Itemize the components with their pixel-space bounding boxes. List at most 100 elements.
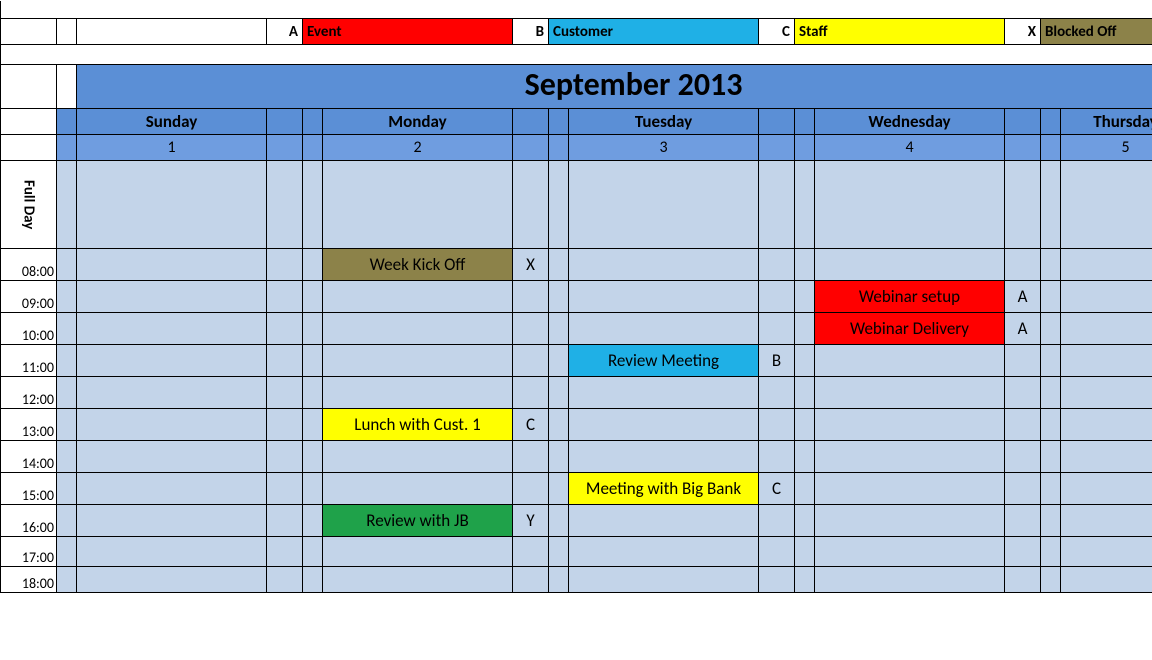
slot-tue-1600[interactable]	[569, 505, 759, 537]
legend-swatch-customer: Customer	[549, 19, 759, 45]
legend-letter-c: C	[759, 19, 795, 45]
slot-wed-1500[interactable]	[815, 473, 1005, 505]
day-header-sunday: Sunday	[77, 109, 267, 135]
slot-thu-1200[interactable]	[1061, 377, 1152, 409]
date-wednesday: 4	[815, 135, 1005, 161]
legend-letter-x: X	[1005, 19, 1041, 45]
slot-sun-1300[interactable]	[77, 409, 267, 441]
day-header-tuesday: Tuesday	[569, 109, 759, 135]
slot-thu-fullday[interactable]	[1061, 161, 1152, 249]
slot-tue-1400[interactable]	[569, 441, 759, 473]
slot-tue-1300[interactable]	[569, 409, 759, 441]
slot-mon-1800[interactable]	[323, 567, 513, 593]
calendar-grid: A Event B Customer C Staff X Blocked Off…	[0, 0, 1152, 593]
slot-mon-fullday[interactable]	[323, 161, 513, 249]
time-1100: 11:00	[1, 345, 57, 377]
event-mon-1600[interactable]: Review with JB	[323, 505, 513, 537]
event-tue-1500[interactable]: Meeting with Big Bank	[569, 473, 759, 505]
slot-sun-1700[interactable]	[77, 537, 267, 567]
slot-sun-0900[interactable]	[77, 281, 267, 313]
time-1200: 12:00	[1, 377, 57, 409]
slot-thu-0900[interactable]	[1061, 281, 1152, 313]
slot-thu-1500[interactable]	[1061, 473, 1152, 505]
slot-wed-1600[interactable]	[815, 505, 1005, 537]
code-mon-1300: C	[513, 409, 549, 441]
slot-sun-1600[interactable]	[77, 505, 267, 537]
date-tuesday: 3	[569, 135, 759, 161]
slot-mon-1000[interactable]	[323, 313, 513, 345]
date-thursday: 5	[1061, 135, 1152, 161]
slot-tue-1000[interactable]	[569, 313, 759, 345]
slot-wed-0800[interactable]	[815, 249, 1005, 281]
slot-thu-1700[interactable]	[1061, 537, 1152, 567]
slot-tue-1700[interactable]	[569, 537, 759, 567]
slot-wed-fullday[interactable]	[815, 161, 1005, 249]
code-mon-0800: X	[513, 249, 549, 281]
day-names-row: Sunday Monday Tuesday Wednesday Thursday	[1, 109, 1152, 135]
slot-wed-1700[interactable]	[815, 537, 1005, 567]
slot-thu-1300[interactable]	[1061, 409, 1152, 441]
legend-letter-a: A	[267, 19, 303, 45]
slot-tue-0800[interactable]	[569, 249, 759, 281]
month-title: September 2013	[77, 65, 1152, 109]
slot-wed-1200[interactable]	[815, 377, 1005, 409]
event-tue-1100[interactable]: Review Meeting	[569, 345, 759, 377]
slot-thu-1800[interactable]	[1061, 567, 1152, 593]
slot-sun-0800[interactable]	[77, 249, 267, 281]
time-0900: 09:00	[1, 281, 57, 313]
legend-swatch-staff: Staff	[795, 19, 1005, 45]
time-0800: 08:00	[1, 249, 57, 281]
slot-tue-0900[interactable]	[569, 281, 759, 313]
code-tue-1100: B	[759, 345, 795, 377]
slot-tue-1200[interactable]	[569, 377, 759, 409]
legend-swatch-blocked: Blocked Off	[1041, 19, 1152, 45]
legend-swatch-event: Event	[303, 19, 513, 45]
time-1400: 14:00	[1, 441, 57, 473]
code-wed-1000: A	[1005, 313, 1041, 345]
slot-thu-1100[interactable]	[1061, 345, 1152, 377]
code-wed-0900: A	[1005, 281, 1041, 313]
slot-mon-1700[interactable]	[323, 537, 513, 567]
day-header-wednesday: Wednesday	[815, 109, 1005, 135]
slot-sun-1500[interactable]	[77, 473, 267, 505]
slot-tue-fullday[interactable]	[569, 161, 759, 249]
slot-sun-fullday[interactable]	[77, 161, 267, 249]
slot-tue-1800[interactable]	[569, 567, 759, 593]
slot-sun-1800[interactable]	[77, 567, 267, 593]
legend-letter-b: B	[513, 19, 549, 45]
event-mon-0800[interactable]: Week Kick Off	[323, 249, 513, 281]
slot-mon-1400[interactable]	[323, 441, 513, 473]
time-1800: 18:00	[1, 567, 57, 593]
slot-wed-1100[interactable]	[815, 345, 1005, 377]
slot-mon-1200[interactable]	[323, 377, 513, 409]
slot-mon-1100[interactable]	[323, 345, 513, 377]
slot-sun-1100[interactable]	[77, 345, 267, 377]
slot-sun-1000[interactable]	[77, 313, 267, 345]
slot-wed-1300[interactable]	[815, 409, 1005, 441]
date-monday: 2	[323, 135, 513, 161]
time-1600: 16:00	[1, 505, 57, 537]
slot-mon-1500[interactable]	[323, 473, 513, 505]
fullday-label: Full Day	[1, 161, 57, 249]
slot-thu-1000[interactable]	[1061, 313, 1152, 345]
dates-row: 1 2 3 4 5	[1, 135, 1152, 161]
code-tue-1500: C	[759, 473, 795, 505]
time-1000: 10:00	[1, 313, 57, 345]
slot-thu-1600[interactable]	[1061, 505, 1152, 537]
slot-sun-1200[interactable]	[77, 377, 267, 409]
event-mon-1300[interactable]: Lunch with Cust. 1	[323, 409, 513, 441]
day-header-thursday: Thursday	[1061, 109, 1152, 135]
code-mon-1600: Y	[513, 505, 549, 537]
time-1500: 15:00	[1, 473, 57, 505]
slot-sun-1400[interactable]	[77, 441, 267, 473]
slot-wed-1400[interactable]	[815, 441, 1005, 473]
event-wed-0900[interactable]: Webinar setup	[815, 281, 1005, 313]
slot-wed-1800[interactable]	[815, 567, 1005, 593]
event-wed-1000[interactable]: Webinar Delivery	[815, 313, 1005, 345]
slot-mon-0900[interactable]	[323, 281, 513, 313]
slot-thu-1400[interactable]	[1061, 441, 1152, 473]
time-1700: 17:00	[1, 537, 57, 567]
legend-row: A Event B Customer C Staff X Blocked Off	[1, 19, 1152, 45]
date-sunday: 1	[77, 135, 267, 161]
slot-thu-0800[interactable]	[1061, 249, 1152, 281]
